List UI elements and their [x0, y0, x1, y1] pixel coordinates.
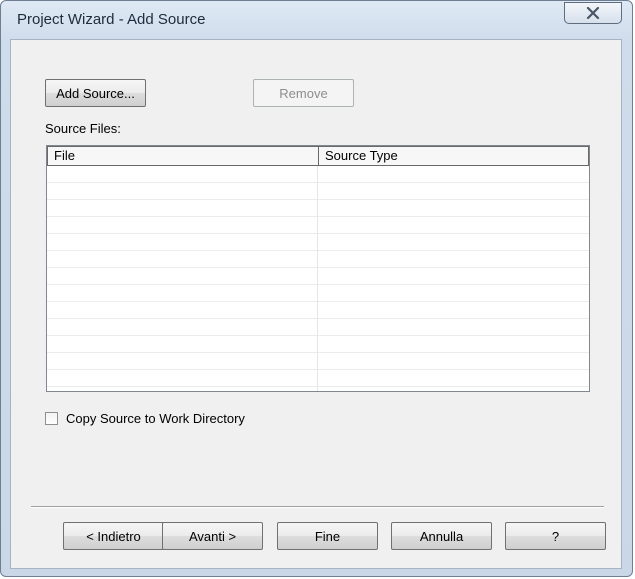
close-icon: [586, 7, 600, 19]
window-title: Project Wizard - Add Source: [17, 11, 206, 28]
title-bar[interactable]: Project Wizard - Add Source: [1, 1, 632, 39]
close-button[interactable]: [564, 2, 622, 24]
add-source-button[interactable]: Add Source...: [45, 79, 146, 107]
copy-source-label: Copy Source to Work Directory: [66, 411, 245, 426]
column-header-source-type[interactable]: Source Type: [319, 147, 588, 165]
source-files-label: Source Files:: [45, 121, 121, 136]
next-button[interactable]: Avanti >: [162, 522, 263, 550]
wizard-content: Add Source... Remove Source Files: File …: [10, 39, 622, 569]
back-button[interactable]: < Indietro: [63, 522, 164, 550]
remove-button[interactable]: Remove: [253, 79, 354, 107]
list-header: File Source Type: [47, 146, 589, 166]
finish-button[interactable]: Fine: [277, 522, 378, 550]
cancel-button[interactable]: Annulla: [391, 522, 492, 550]
source-files-list[interactable]: File Source Type: [46, 145, 590, 392]
footer-separator: [31, 506, 604, 508]
copy-source-checkbox[interactable]: [45, 412, 58, 425]
column-header-file[interactable]: File: [48, 147, 319, 165]
wizard-window: Project Wizard - Add Source Add Source..…: [0, 0, 633, 577]
copy-source-option[interactable]: Copy Source to Work Directory: [45, 411, 245, 426]
help-button[interactable]: ?: [505, 522, 606, 550]
list-rows-area[interactable]: [47, 166, 589, 391]
